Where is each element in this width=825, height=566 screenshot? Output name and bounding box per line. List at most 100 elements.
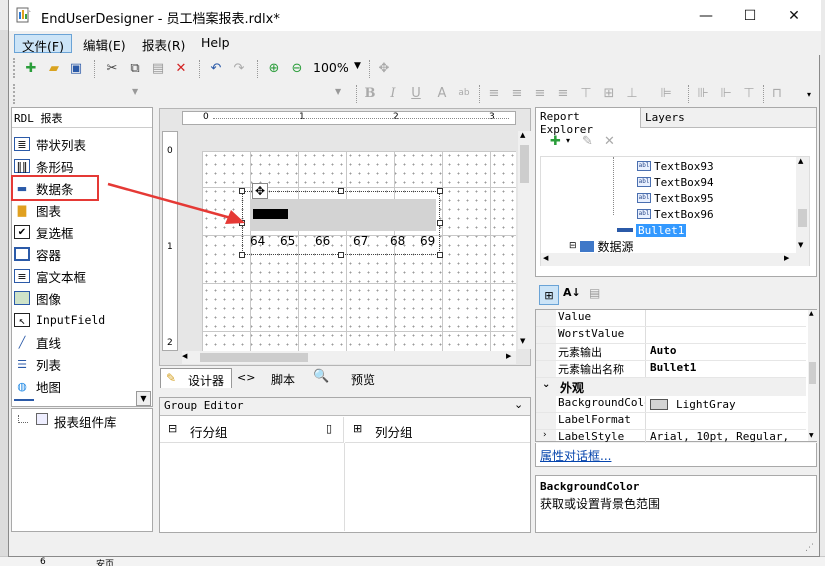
property-section[interactable]: ⌄ 外观 bbox=[536, 378, 806, 396]
save-icon[interactable]: ▣ bbox=[67, 59, 85, 77]
scroll-left-icon[interactable]: ◀ bbox=[182, 352, 187, 360]
resize-grip-icon[interactable]: ⋰ bbox=[805, 543, 814, 553]
scroll-right-icon[interactable]: ▶ bbox=[506, 352, 511, 360]
tab-preview[interactable]: 预览 bbox=[351, 371, 375, 388]
copy-icon[interactable]: ⧉ bbox=[126, 59, 144, 77]
delete-icon[interactable]: ✕ bbox=[172, 59, 190, 77]
property-value[interactable] bbox=[646, 310, 650, 326]
scroll-up-icon[interactable]: ▲ bbox=[809, 310, 814, 317]
collapse-tree-icon[interactable]: ⊟ bbox=[569, 241, 577, 251]
scroll-down-icon[interactable]: ▼ bbox=[809, 432, 814, 439]
size-dropdown-icon[interactable]: ▼ bbox=[335, 87, 341, 96]
remove-icon[interactable]: ✕ bbox=[604, 134, 615, 149]
add-icon[interactable]: ✚ bbox=[550, 134, 561, 149]
underline-icon[interactable]: U bbox=[407, 84, 425, 102]
resize-handle[interactable] bbox=[437, 188, 443, 194]
property-value[interactable] bbox=[646, 327, 650, 343]
new-report-icon[interactable]: ✚ bbox=[22, 59, 40, 77]
font-color-icon[interactable]: A bbox=[433, 84, 451, 102]
property-row[interactable]: 元素输出名称 Bullet1 bbox=[536, 361, 806, 378]
tree-item-textbox[interactable]: abl TextBox96 bbox=[637, 206, 714, 222]
toolbox-item-list[interactable]: ☰ 列表 bbox=[14, 353, 146, 375]
font-dropdown-icon[interactable]: ▼ bbox=[132, 87, 138, 96]
categorized-icon[interactable]: ⊞ bbox=[539, 285, 559, 305]
property-value-color[interactable]: LightGray bbox=[646, 396, 736, 412]
property-pages-icon[interactable]: ▤ bbox=[589, 286, 600, 300]
toolbox-scroll-down-icon[interactable]: ▼ bbox=[136, 391, 151, 406]
resize-handle[interactable] bbox=[338, 188, 344, 194]
row-group-menu-icon[interactable]: ▯ bbox=[326, 422, 332, 435]
minimize-button[interactable]: — bbox=[683, 0, 729, 31]
tab-layers[interactable]: Layers bbox=[641, 108, 816, 128]
title-bar[interactable]: EndUserDesigner - 员工档案报表.rdlx* — ☐ ✕ bbox=[9, 0, 821, 31]
expand-icon[interactable]: › bbox=[542, 430, 547, 440]
tab-report-explorer[interactable]: Report Explorer bbox=[536, 108, 641, 136]
scroll-thumb[interactable] bbox=[809, 362, 816, 384]
toolbox-item-barcode[interactable]: ‖‖ 条形码 bbox=[14, 155, 146, 177]
bold-icon[interactable]: B bbox=[361, 84, 379, 102]
align-rights-icon[interactable]: ⊩ bbox=[717, 84, 735, 102]
explorer-hscroll[interactable]: ◀ ▶ bbox=[541, 253, 809, 266]
justify-icon[interactable]: ≡ bbox=[554, 84, 572, 102]
zoom-in-icon[interactable]: ⊕ bbox=[265, 59, 283, 77]
property-vscroll[interactable]: ▲ ▼ bbox=[808, 310, 817, 441]
property-value[interactable] bbox=[646, 413, 650, 429]
italic-icon[interactable]: I bbox=[384, 84, 402, 102]
undo-icon[interactable]: ↶ bbox=[207, 59, 225, 77]
scroll-left-icon[interactable]: ◀ bbox=[543, 254, 548, 262]
toolbox-item-line[interactable]: ╱ 直线 bbox=[14, 331, 146, 353]
move-handle-icon[interactable]: ✥ bbox=[252, 183, 268, 199]
font-size-combo[interactable] bbox=[155, 84, 345, 102]
align-center-icon[interactable]: ≡ bbox=[508, 84, 526, 102]
library-item[interactable]: 报表组件库 bbox=[54, 412, 117, 431]
property-row[interactable]: Value bbox=[536, 310, 806, 327]
resize-handle[interactable] bbox=[437, 252, 443, 258]
font-name-combo[interactable] bbox=[21, 84, 141, 102]
menu-help[interactable]: Help bbox=[194, 34, 237, 53]
zoom-out-icon[interactable]: ⊖ bbox=[288, 59, 306, 77]
design-vscroll[interactable]: ▲ ▼ bbox=[518, 131, 531, 349]
property-value[interactable]: Bullet1 bbox=[646, 361, 696, 377]
align-centers-icon[interactable]: ⊪ bbox=[694, 84, 712, 102]
bullet-control[interactable] bbox=[242, 191, 440, 255]
resize-handle[interactable] bbox=[239, 252, 245, 258]
tab-designer[interactable]: ✎ 设计器 bbox=[160, 368, 232, 388]
add-dropdown-icon[interactable]: ▾ bbox=[566, 136, 570, 145]
align-right-icon[interactable]: ≡ bbox=[531, 84, 549, 102]
toolbox-item-banded-list[interactable]: ≣ 带状列表 bbox=[14, 133, 146, 155]
menu-edit[interactable]: 编辑(E) bbox=[76, 34, 133, 53]
align-tops-icon[interactable]: ⊤ bbox=[740, 84, 758, 102]
property-value[interactable]: Auto bbox=[646, 344, 677, 360]
toolbox-item-inputfield[interactable]: ↖ InputField bbox=[14, 309, 146, 331]
menu-file[interactable]: 文件(F) bbox=[14, 34, 72, 54]
design-hscroll[interactable]: ◀ ▶ bbox=[182, 351, 516, 364]
resize-handle[interactable] bbox=[437, 220, 443, 226]
same-size-icon[interactable]: ⊓ bbox=[768, 84, 786, 102]
tab-script[interactable]: 脚本 bbox=[271, 371, 295, 388]
background-color-icon[interactable]: ab bbox=[455, 84, 473, 102]
toolbar-overflow-icon[interactable]: ▾ bbox=[807, 90, 811, 99]
paste-icon[interactable]: ▤ bbox=[149, 59, 167, 77]
close-button[interactable]: ✕ bbox=[771, 0, 817, 31]
toolbox-item-map[interactable]: ◍ 地图 bbox=[14, 375, 146, 397]
resize-handle[interactable] bbox=[338, 252, 344, 258]
property-row[interactable]: LabelFormat bbox=[536, 413, 806, 430]
cut-icon[interactable]: ✂ bbox=[103, 59, 121, 77]
menu-report[interactable]: 报表(R) bbox=[135, 34, 192, 53]
valign-bottom-icon[interactable]: ⊥ bbox=[623, 84, 641, 102]
toolbox-item-richtext[interactable]: ≡ 富文本框 bbox=[14, 265, 146, 287]
open-folder-icon[interactable]: ▰ bbox=[45, 59, 63, 77]
zoom-level[interactable]: 100% bbox=[313, 60, 349, 75]
toolbox-item-container[interactable]: 容器 bbox=[14, 243, 146, 265]
explorer-vscroll[interactable]: ▲ ▼ bbox=[796, 157, 809, 253]
align-lefts-icon[interactable]: ⊫ bbox=[657, 84, 675, 102]
property-row[interactable]: BackgroundColor LightGray bbox=[536, 396, 806, 413]
valign-top-icon[interactable]: ⊤ bbox=[577, 84, 595, 102]
tree-item-textbox[interactable]: abl TextBox95 bbox=[637, 190, 714, 206]
collapse-section-icon[interactable]: ⌄ bbox=[542, 379, 550, 390]
tree-item-bullet[interactable]: Bullet1 bbox=[617, 222, 687, 238]
property-row[interactable]: 元素输出 Auto bbox=[536, 344, 806, 361]
scroll-right-icon[interactable]: ▶ bbox=[784, 254, 789, 262]
edit-icon[interactable]: ✎ bbox=[582, 134, 593, 149]
scroll-thumb[interactable] bbox=[520, 145, 529, 183]
